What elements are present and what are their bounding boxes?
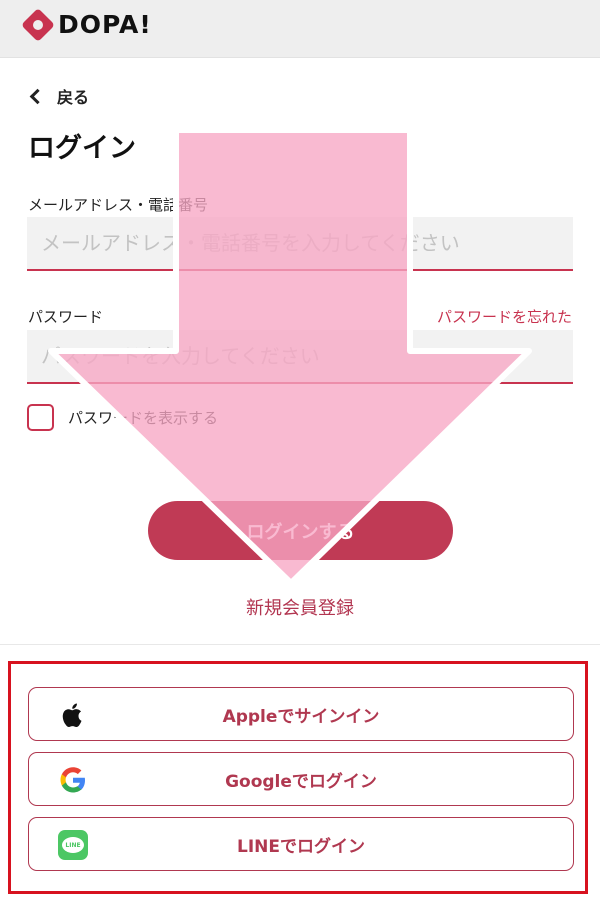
page-title: ログイン [28, 133, 136, 164]
dopa-logo[interactable]: DOPA! [21, 7, 152, 42]
logo-text: DOPA! [58, 10, 152, 39]
apple-signin-label: Appleでサインイン [222, 706, 380, 727]
google-login-button[interactable]: Googleでログイン [28, 752, 574, 806]
app-header: DOPA! [0, 0, 600, 58]
social-login-section: Appleでサインイン Googleでログイン LINE LINEでログイン [8, 661, 588, 894]
register-link[interactable]: 新規会員登録 [0, 594, 600, 620]
password-field[interactable] [27, 330, 573, 384]
chevron-left-icon [29, 88, 46, 104]
back-label: 戻る [57, 88, 90, 107]
line-login-button[interactable]: LINE LINEでログイン [28, 817, 574, 871]
show-password-label: パスワードを表示する [68, 409, 219, 427]
email-label: メールアドレス・電話番号 [28, 196, 209, 214]
password-label: パスワード [28, 308, 104, 326]
back-button[interactable]: 戻る [28, 84, 89, 108]
logo-mark-icon [21, 7, 55, 42]
show-password-row: パスワードを表示する [27, 404, 218, 431]
line-login-label: LINEでログイン [237, 836, 365, 857]
google-login-label: Googleでログイン [225, 771, 377, 792]
login-button[interactable]: ログインする [148, 501, 453, 560]
email-field[interactable] [27, 217, 573, 271]
section-divider [0, 644, 600, 645]
apple-signin-button[interactable]: Appleでサインイン [28, 687, 574, 741]
forgot-password-link[interactable]: パスワードを忘れた [437, 306, 572, 327]
show-password-checkbox[interactable] [27, 404, 54, 431]
